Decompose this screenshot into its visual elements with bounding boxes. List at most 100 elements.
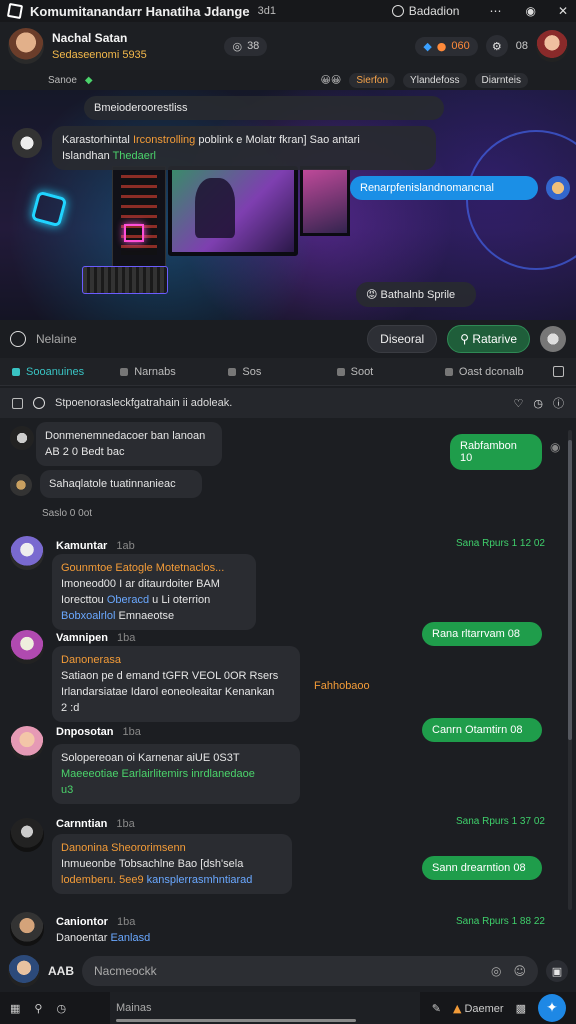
msg3-body[interactable]: Solopereoan oi Karnenar aiUE 0S3T Maeeeo… [52, 744, 300, 804]
pinned-message[interactable]: Bmeioderoorestliss [84, 96, 444, 120]
msg1-time: 1ab [116, 540, 135, 552]
user-avatar[interactable] [536, 30, 568, 62]
sys2-avatar[interactable] [10, 474, 32, 496]
bottom-bar: ▦ ⚲ ◷ Mainas ✎ ▲ Daemer ▩ ✦ [0, 992, 576, 1024]
tab-2-label: Narnabs [134, 365, 176, 378]
msg4-line3b: kansplerrasmhntiarad [146, 874, 253, 886]
composer-avatar[interactable] [540, 326, 566, 352]
hero-msg1-avatar[interactable] [12, 128, 42, 158]
history-icon[interactable]: ◷ [56, 1002, 66, 1015]
emoji-icon-composer[interactable]: ☺ [513, 964, 526, 978]
msg4-avatar[interactable] [10, 818, 44, 852]
msg2-sender[interactable]: Vamnipen 1ba [56, 632, 135, 644]
info-icon[interactable]: ⓘ [553, 395, 564, 411]
chip-2[interactable]: Ylandefoss [403, 72, 467, 88]
scrollbar-thumb[interactable] [568, 440, 572, 740]
msg5-avatar[interactable] [10, 912, 44, 946]
expand-icon[interactable] [553, 366, 565, 377]
settings-icon[interactable]: ⚙ [485, 35, 508, 57]
hero-blue-text: Renarpfenislandnomancnal [360, 182, 494, 194]
tab-1[interactable]: Sooanuines [12, 366, 120, 378]
hero-message-1[interactable]: Karastorhintal Irconstrolling poblink e … [52, 126, 436, 170]
green-message-1[interactable]: Rabfambon 10 [450, 434, 542, 470]
msg5-preview[interactable]: Danoentar Eanlasd [56, 932, 150, 944]
reactive-label: Ratarive [472, 332, 517, 346]
gallery-icon[interactable]: ▣ [546, 960, 568, 982]
tab-2[interactable]: Narnabs [120, 366, 228, 378]
tab-3[interactable]: Sos [228, 366, 336, 378]
msg5-sender[interactable]: Caniontor 1ba [56, 916, 135, 928]
message-input-placeholder: Nacmeockk [94, 964, 157, 978]
hero-blue-avatar[interactable] [546, 176, 570, 200]
msg2-line4: 2 :d [61, 702, 80, 714]
msg1-avatar[interactable] [10, 536, 44, 570]
message-input[interactable]: Nacmeockk ◎ ☺ [82, 956, 538, 986]
tab-5[interactable]: Oast dconalb [444, 366, 553, 378]
tab-3-icon [228, 367, 237, 376]
chip-orange[interactable]: Sierfon [349, 72, 396, 88]
grid-icon[interactable]: ▦ [10, 1002, 20, 1015]
msg4-line3a: lodemberu. 5ee9 [61, 874, 144, 886]
msg4-sender[interactable]: Carnntian 1ba [56, 818, 135, 830]
hero-blue-message[interactable]: Renarpfenislandnomancnal [350, 176, 538, 200]
minimize-icon[interactable]: ◉ [525, 4, 535, 18]
thread-icon [33, 397, 45, 409]
msg4-right-bubble[interactable]: Sann drearntion 08 [422, 856, 542, 880]
sys1-avatar[interactable] [10, 426, 34, 450]
msg3-sender[interactable]: Dnposotan 1ba [56, 726, 141, 738]
clock-icon[interactable]: ◷ [533, 397, 543, 410]
bottom-right-label[interactable]: ▲ Daemer [453, 1002, 504, 1015]
tab-4[interactable]: Soot [336, 366, 445, 378]
msg1-right-bubble[interactable]: Rana rltarrvam 08 [422, 622, 542, 646]
discard-button[interactable]: Diseoral [367, 325, 438, 353]
msg2-line1: Danonerasa [61, 654, 121, 666]
msg1-body[interactable]: Gounmtoe Eatogle Motetnaclos... Imoneod0… [52, 554, 256, 630]
member-count-pill[interactable]: ◎ 38 [224, 36, 268, 56]
emoji-picker-icon[interactable] [10, 331, 26, 347]
channel-subtitle: Sedaseenomi 5935 [52, 49, 147, 61]
more-icon[interactable]: ⋯ [489, 4, 501, 18]
msg1-sender[interactable]: Kamuntar 1ab [56, 540, 135, 552]
msg5-line1b: Eanlasd [110, 932, 151, 944]
hero-banner: Bmeioderoorestliss Karastorhintal Ircons… [0, 90, 576, 320]
badge-pill[interactable]: ◆ ● 060 [415, 36, 478, 56]
apps-icon[interactable]: ▩ [516, 1002, 526, 1015]
msg4-line2: Inmueonbe Tobsachlne Bao [dsh'sela [61, 858, 244, 870]
hero-dark-text: Bathalnb Sprile [380, 289, 456, 301]
msg5-sender-name: Caniontor [56, 916, 108, 928]
system-message-1[interactable]: Donmenemnedacoer ban lanoan AB 2 0 Bedt … [36, 422, 222, 466]
search-icon[interactable]: ⚲ [34, 1002, 42, 1015]
channel-avatar[interactable] [8, 28, 44, 64]
select-checkbox[interactable] [12, 397, 23, 409]
reactive-button[interactable]: ⚲ Ratarive [447, 325, 530, 353]
attach-icon[interactable]: ◎ [491, 964, 501, 978]
fab-button[interactable]: ✦ [538, 994, 566, 1022]
bottom-field[interactable]: Mainas [110, 992, 420, 1024]
msg1-right-timestamp: Sana Rpurs 1 12 02 [456, 538, 545, 549]
composer-user-avatar[interactable] [8, 955, 40, 987]
chip-3[interactable]: Diarnteis [474, 72, 528, 88]
status-button[interactable]: Badadion [391, 4, 459, 18]
system-message-2[interactable]: Sahaqlatole tuatinnanieac [40, 470, 202, 498]
msg3-line2: Maeeeotiae Earlairlitemirs inrdlanedaoe [61, 768, 255, 780]
msg1-right-text: Rana rltarrvam 08 [432, 628, 521, 640]
close-icon[interactable]: ✕ [558, 4, 568, 18]
msg1-line3a: Iorecttou [61, 594, 104, 606]
brush-icon[interactable]: ✎ [432, 1002, 441, 1015]
emoji-icon: 😀😀 [320, 74, 342, 86]
msg2-body[interactable]: Danonerasa Satiaon pe d emand tGFR VEOL … [52, 646, 300, 722]
app-title-suffix: 3d1 [257, 5, 276, 17]
heart-icon[interactable]: ♡ [514, 397, 524, 410]
tab-bar: Sooanuines Narnabs Sos Soot Oast dconalb [0, 358, 576, 386]
hero-input[interactable]: Nelaine [36, 332, 357, 346]
msg2-right-bubble[interactable]: Canrn Otamtirn 08 [422, 718, 542, 742]
msg4-body[interactable]: Danonina Sheororimsenn Inmueonbe Tobsach… [52, 834, 292, 894]
hero-dark-message[interactable]: 😡 Bathalnb Sprile [356, 282, 476, 307]
msg1-line3b: Oberacd [106, 594, 150, 606]
msg3-avatar[interactable] [10, 726, 44, 760]
neon-ring-decoration [466, 130, 576, 270]
composer: AAB Nacmeockk ◎ ☺ ▣ [0, 952, 576, 990]
msg2-avatar[interactable] [10, 630, 44, 664]
msg2-side-note: Fahhobaoo [314, 680, 370, 692]
msg4-right-timestamp: Sana Rpurs 1 88 22 [456, 916, 545, 927]
